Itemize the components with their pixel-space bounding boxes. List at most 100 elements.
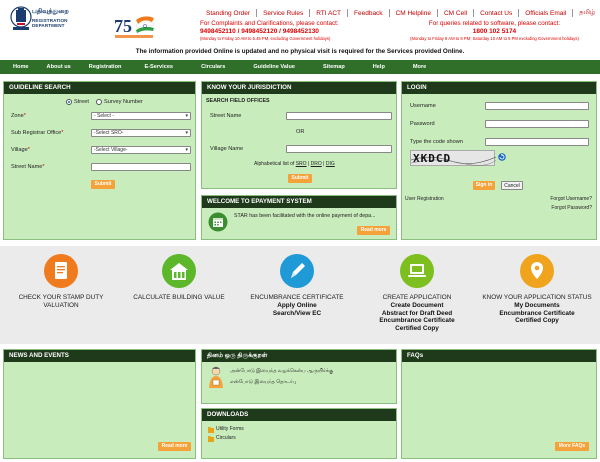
- village-label: Village*: [11, 147, 30, 153]
- captcha-input[interactable]: [485, 138, 589, 146]
- captcha-label: Type the code shown: [410, 139, 463, 145]
- village-select[interactable]: -Select Village- ▾: [91, 146, 191, 154]
- username-input[interactable]: [485, 102, 589, 110]
- service-icon-circle[interactable]: [280, 254, 314, 288]
- menu-item[interactable]: E-Services: [130, 64, 187, 70]
- forgot-username-link[interactable]: Forgot Username?: [550, 196, 592, 202]
- news-events-panel: NEWS AND EVENTS Read more: [3, 349, 196, 459]
- news-events-title: NEWS AND EVENTS: [4, 350, 195, 362]
- menu-item[interactable]: Help: [359, 64, 399, 70]
- services-strip: CHECK YOUR STAMP DUTY VALUATION CALCULATE…: [0, 246, 600, 344]
- dro-list-link[interactable]: DRO: [311, 161, 322, 167]
- top-nav-link[interactable]: Service Rules: [257, 10, 309, 17]
- dig-list-link[interactable]: DIG: [326, 161, 335, 167]
- epayment-text: STAR has been facilitated with the onlin…: [234, 213, 376, 219]
- circulars-download-link[interactable]: Circulars: [216, 435, 236, 441]
- guideline-submit-button[interactable]: Submit: [91, 180, 115, 189]
- service-sub-link[interactable]: Abstract for Draft Deed: [362, 310, 472, 318]
- service-sub-link[interactable]: Encumbrance Certificate: [482, 310, 592, 318]
- service-title[interactable]: KNOW YOUR APPLICATION STATUS: [482, 294, 592, 302]
- sro-select-value: -Select SRO-: [94, 130, 124, 136]
- forgot-password-link[interactable]: Forgot Password?: [551, 205, 592, 211]
- complaints-contact-title: For Complaints and Clarifications, pleas…: [200, 20, 339, 27]
- jurisdiction-submit-button[interactable]: Submit: [288, 174, 312, 183]
- document-icon: [55, 262, 67, 279]
- captcha-image: XKDCD: [410, 150, 496, 166]
- user-registration-link[interactable]: User Registration: [405, 196, 444, 202]
- service-icon-circle[interactable]: [400, 254, 434, 288]
- service-card[interactable]: CHECK YOUR STAMP DUTY VALUATION: [6, 254, 116, 310]
- main-menu-bar: Home About us Registration E-Services Circul…: [0, 60, 600, 74]
- epayment-panel: WELCOME TO ePAYMENT SYSTEM STAR has been…: [201, 195, 397, 240]
- zone-required-mark: *: [23, 113, 26, 119]
- news-read-more-button[interactable]: Read more: [158, 442, 191, 451]
- top-nav-link[interactable]: CM Cell: [438, 10, 473, 17]
- street-name-input[interactable]: [91, 163, 191, 171]
- street-name-label: Street Name*: [11, 164, 45, 170]
- service-title[interactable]: ENCUMBRANCE CERTIFICATE: [242, 294, 352, 302]
- top-nav-link[interactable]: Standing Order: [200, 10, 256, 17]
- top-nav-link[interactable]: தமிழ்: [573, 9, 600, 17]
- top-nav-link[interactable]: RTI ACT: [310, 10, 347, 17]
- sro-select[interactable]: -Select SRO- ▾: [91, 129, 191, 137]
- service-card[interactable]: ENCUMBRANCE CERTIFICATE Apply Online Searc…: [242, 254, 352, 317]
- service-sub-link[interactable]: Certified Copy: [362, 325, 472, 333]
- login-panel: LOGIN Username Password Type the code sh…: [401, 81, 597, 240]
- survey-number-radio[interactable]: [96, 99, 102, 105]
- service-sub-link[interactable]: Certified Copy: [482, 317, 592, 325]
- refresh-captcha-icon[interactable]: [498, 153, 506, 161]
- service-sub-link[interactable]: Search/View EC: [242, 310, 352, 318]
- faqs-panel: FAQs More FAQs: [401, 349, 597, 459]
- jurisdiction-village-input[interactable]: [286, 145, 392, 153]
- software-contact-title: For queries related to software, please …: [428, 20, 561, 27]
- cancel-button[interactable]: Cancel: [501, 181, 523, 190]
- service-card[interactable]: KNOW YOUR APPLICATION STATUS My Documents…: [482, 254, 592, 325]
- menu-item[interactable]: Circulars: [187, 64, 239, 70]
- service-sub-link[interactable]: My Documents: [482, 302, 592, 310]
- zone-select[interactable]: - Select - ▾: [91, 112, 191, 120]
- service-title[interactable]: CREATE APPLICATION: [362, 294, 472, 302]
- top-nav-link[interactable]: Officials Email: [519, 10, 572, 17]
- jurisdiction-title: KNOW YOUR JURISDICTION: [202, 82, 396, 94]
- state-emblem-icon: [10, 6, 32, 30]
- calendar-icon: [208, 212, 228, 232]
- service-card[interactable]: CALCULATE BUILDING VALUE: [124, 254, 234, 302]
- password-input[interactable]: [485, 120, 589, 128]
- zone-chevron-down-icon: ▾: [185, 113, 188, 119]
- complaints-hours-note: (Monday to Friday 10 AM to 5.45 PM, excl…: [200, 36, 331, 41]
- street-radio[interactable]: [66, 99, 72, 105]
- utility-forms-link[interactable]: Utility Forms: [216, 426, 244, 432]
- online-services-info: The information provided Online is updat…: [135, 48, 465, 55]
- alpha-separator: |: [307, 161, 310, 167]
- azadi-amrit-mahotsav-logo: 75: [112, 12, 158, 40]
- village-label-text: Village: [11, 147, 28, 153]
- service-card[interactable]: CREATE APPLICATION Create Document Abstrac…: [362, 254, 472, 332]
- service-icon-circle[interactable]: [520, 254, 554, 288]
- captcha-text: XKDCD: [413, 152, 452, 165]
- menu-item[interactable]: Guideline Value: [239, 64, 309, 70]
- epayment-read-more-button[interactable]: Read more: [357, 226, 390, 235]
- jurisdiction-street-input[interactable]: [286, 112, 392, 120]
- top-nav-link[interactable]: Feedback: [348, 10, 389, 17]
- service-sub-link[interactable]: Apply Online: [242, 302, 352, 310]
- street-name-label-text: Street Name: [11, 164, 43, 170]
- department-logo[interactable]: பதிவுத்துறை REGISTRATION DEPARTMENT: [8, 4, 70, 40]
- service-sub-link[interactable]: Encumbrance Certificate: [362, 317, 472, 325]
- top-nav-link[interactable]: CM Helpline: [390, 10, 437, 17]
- guideline-search-panel: GUIDELINE SEARCH Street Survey Number Zo…: [3, 81, 196, 240]
- service-icon-circle[interactable]: [44, 254, 78, 288]
- menu-item[interactable]: Registration: [80, 64, 131, 70]
- service-sub-link[interactable]: Create Document: [362, 302, 472, 310]
- menu-item[interactable]: Sitemap: [309, 64, 359, 70]
- menu-item[interactable]: More: [399, 64, 440, 70]
- more-faqs-button[interactable]: More FAQs: [555, 442, 589, 451]
- menu-item[interactable]: Home: [4, 64, 38, 70]
- service-title[interactable]: CHECK YOUR STAMP DUTY VALUATION: [6, 294, 116, 310]
- service-icon-circle[interactable]: [162, 254, 196, 288]
- guideline-search-title: GUIDELINE SEARCH: [4, 82, 195, 94]
- sign-in-button[interactable]: Sign in: [473, 181, 495, 190]
- top-nav-link[interactable]: Contact Us: [474, 10, 518, 17]
- sro-list-link[interactable]: SRO: [296, 161, 307, 167]
- service-title[interactable]: CALCULATE BUILDING VALUE: [124, 294, 234, 302]
- menu-item[interactable]: About us: [38, 64, 80, 70]
